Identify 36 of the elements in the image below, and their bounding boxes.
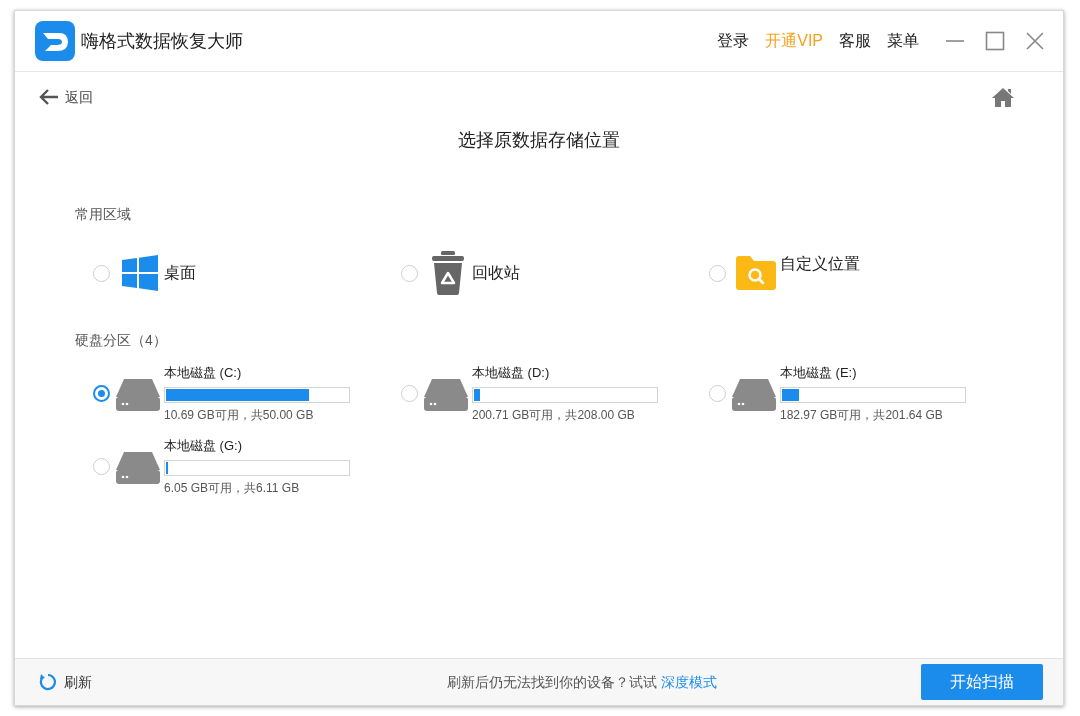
trash-can-icon — [431, 251, 465, 295]
header-link[interactable]: 客服 — [839, 29, 871, 53]
section-label: 硬盘分区（4） — [75, 332, 167, 348]
back-arrow-icon[interactable] — [39, 88, 59, 106]
disk-name[interactable]: 本地磁盘 (C:) — [164, 364, 350, 382]
disk-space-info: 10.69 GB可用，共50.00 GB — [164, 407, 315, 423]
refresh-link[interactable]: 刷新 — [64, 671, 92, 693]
location-label[interactable]: 自定义位置 — [780, 252, 860, 276]
disk-space-info: 182.97 GB可用，共201.64 GB — [780, 407, 944, 423]
disk-name[interactable]: 本地磁盘 (D:) — [472, 364, 658, 382]
start-scan-button[interactable]: 开始扫描 — [921, 664, 1043, 700]
refresh-icon[interactable] — [39, 673, 57, 691]
disk-name[interactable]: 本地磁盘 (E:) — [780, 364, 966, 382]
hard-drive-icon — [424, 378, 468, 411]
windows-logo-icon — [122, 255, 158, 291]
header-link[interactable]: 登录 — [717, 29, 750, 53]
location-label[interactable]: 回收站 — [472, 261, 520, 285]
disk-space-info: 6.05 GB可用，共6.11 GB — [164, 480, 301, 496]
back-link[interactable]: 返回 — [65, 86, 93, 108]
page-heading: 选择原数据存储位置 — [458, 129, 620, 152]
section-label: 常用区域 — [75, 206, 131, 222]
radio-button[interactable] — [93, 385, 110, 402]
maximize-icon[interactable] — [985, 31, 1005, 51]
disk-name[interactable]: 本地磁盘 (G:) — [164, 437, 350, 455]
close-icon[interactable] — [1025, 31, 1045, 51]
hard-drive-icon — [732, 378, 776, 411]
app-logo-icon — [35, 21, 75, 61]
folder-search-icon — [736, 256, 776, 290]
location-label[interactable]: 桌面 — [164, 261, 196, 285]
disk-space-info: 200.71 GB可用，共208.00 GB — [472, 407, 636, 423]
hard-drive-icon — [116, 378, 160, 411]
hint-text: 刷新后仍无法找到你的设备？试试 — [446, 672, 657, 692]
header-link[interactable]: 菜单 — [887, 29, 919, 53]
hard-drive-icon — [116, 451, 160, 484]
home-icon[interactable] — [992, 87, 1014, 107]
window-title: 嗨格式数据恢复大师 — [81, 29, 243, 53]
